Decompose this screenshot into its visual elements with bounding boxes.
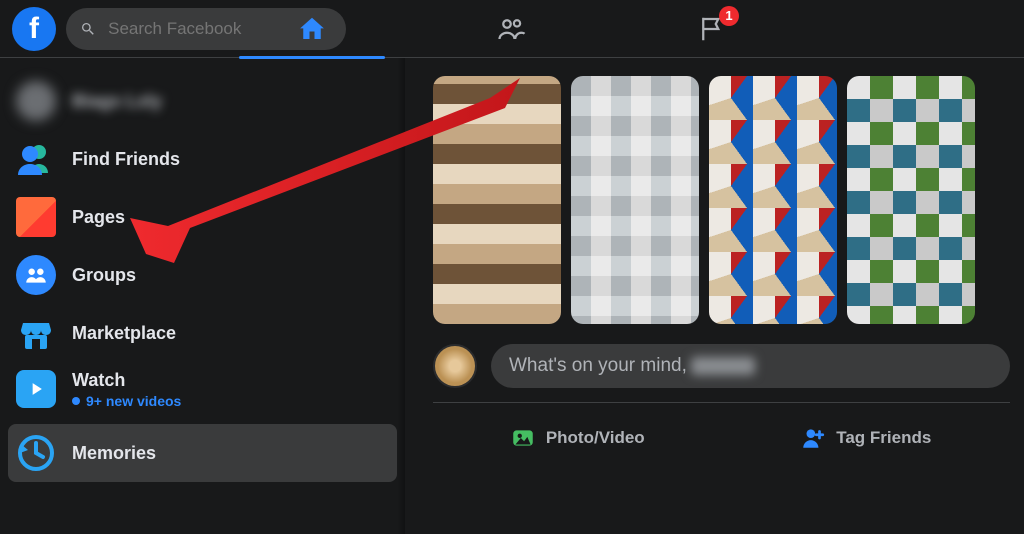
new-dot-icon <box>72 397 80 405</box>
sidebar-item-label: Memories <box>72 443 156 464</box>
friends-icon <box>497 14 527 44</box>
find-friends-icon <box>16 139 56 179</box>
composer-divider <box>433 402 1010 403</box>
tag-friends-icon <box>800 425 826 451</box>
top-navigation: 1 <box>257 0 767 58</box>
sidebar-item-memories[interactable]: Memories <box>8 424 397 482</box>
facebook-logo[interactable]: f <box>12 7 56 51</box>
sidebar-item-label: Marketplace <box>72 323 176 344</box>
photo-video-icon <box>510 425 536 451</box>
story-card[interactable] <box>847 76 975 324</box>
memories-icon <box>16 433 56 473</box>
topbar: f 1 <box>0 0 1024 58</box>
stories-row[interactable] <box>433 76 1010 324</box>
profile-name: Biags Lsly <box>72 91 162 112</box>
composer-action-label: Photo/Video <box>546 428 645 448</box>
sidebar-item-groups[interactable]: Groups <box>8 246 397 304</box>
left-sidebar: Biags Lsly Find Friends Pages Groups <box>0 58 405 534</box>
profile-avatar <box>16 81 56 121</box>
watch-sublabel: 9+ new videos <box>72 393 181 409</box>
sidebar-item-pages[interactable]: Pages <box>8 188 397 246</box>
watch-icon <box>16 370 56 408</box>
search-icon <box>80 20 96 38</box>
sidebar-item-label: Find Friends <box>72 149 180 170</box>
composer-tag-friends-button[interactable]: Tag Friends <box>722 417 1011 459</box>
composer-username-blur <box>691 357 755 375</box>
groups-icon <box>16 255 56 295</box>
composer-prompt: What's on your mind, <box>509 355 687 377</box>
sidebar-item-label: Groups <box>72 265 136 286</box>
post-composer: What's on your mind, Photo/Video Tag Fri… <box>433 344 1010 459</box>
home-icon <box>297 14 327 44</box>
sidebar-item-marketplace[interactable]: Marketplace <box>8 304 397 362</box>
pages-icon <box>16 197 56 237</box>
sidebar-item-watch[interactable]: Watch 9+ new videos <box>8 362 397 424</box>
composer-input[interactable]: What's on your mind, <box>491 344 1010 388</box>
sidebar-item-label: Pages <box>72 207 125 228</box>
pages-badge: 1 <box>719 6 739 26</box>
sidebar-item-label: Watch <box>72 370 181 391</box>
nav-friends[interactable] <box>457 0 567 58</box>
sidebar-item-find-friends[interactable]: Find Friends <box>8 130 397 188</box>
content: Biags Lsly Find Friends Pages Groups <box>0 58 1024 534</box>
story-card[interactable] <box>433 76 561 324</box>
marketplace-icon <box>16 313 56 353</box>
composer-avatar[interactable] <box>433 344 477 388</box>
composer-photo-video-button[interactable]: Photo/Video <box>433 417 722 459</box>
story-card[interactable] <box>571 76 699 324</box>
sidebar-item-profile[interactable]: Biags Lsly <box>8 72 397 130</box>
story-card[interactable] <box>709 76 837 324</box>
main-feed: What's on your mind, Photo/Video Tag Fri… <box>405 58 1024 534</box>
nav-home[interactable] <box>257 0 367 58</box>
composer-action-label: Tag Friends <box>836 428 931 448</box>
nav-pages[interactable]: 1 <box>657 0 767 58</box>
